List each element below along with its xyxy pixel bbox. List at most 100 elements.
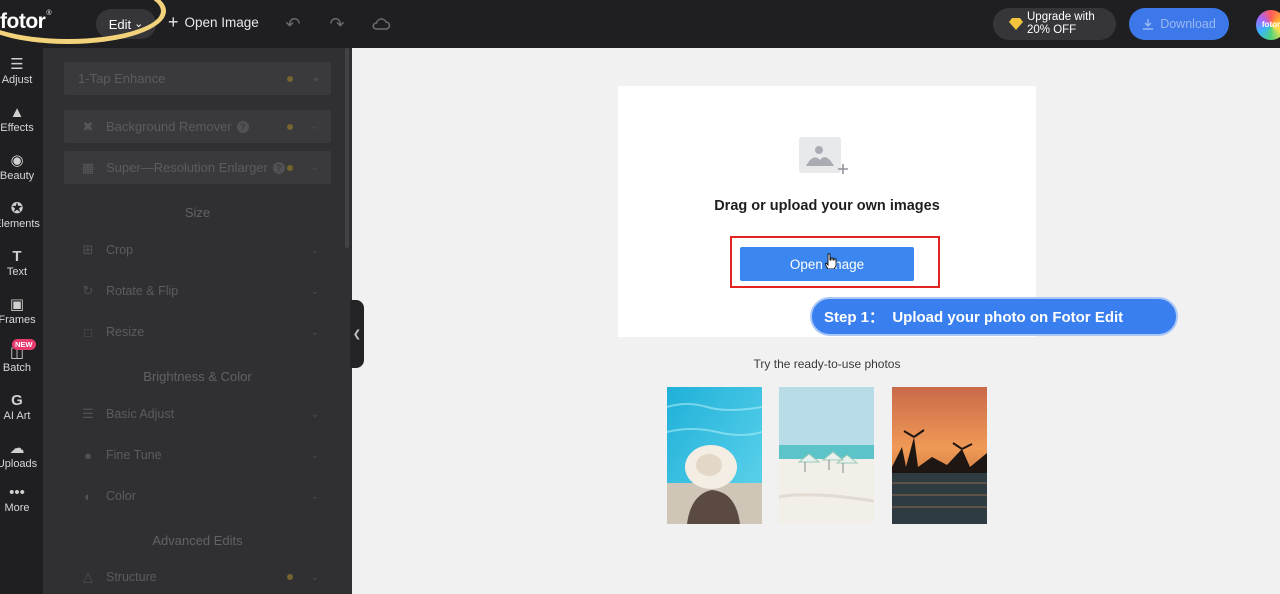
sample-photo-beach[interactable] (779, 387, 874, 524)
tool-label: Structure (106, 570, 157, 584)
tool-label: 1-Tap Enhance (78, 71, 166, 86)
diamond-icon (1009, 18, 1023, 30)
rail-item-elements[interactable]: ✪Elements (0, 200, 42, 231)
rail-label: Frames (0, 314, 36, 326)
droplet-icon: ● (84, 447, 92, 463)
left-rail: ☰Adjust ▲Effects ◉Beauty ✪Elements TText… (0, 48, 43, 594)
image-upload-icon (799, 137, 848, 174)
star-icon: ● (313, 73, 319, 84)
chevron-down-icon: ⌄ (310, 408, 319, 420)
tool-label: Resize (106, 325, 145, 339)
flask-icon: ▲ (9, 104, 25, 121)
rail-item-beauty[interactable]: ◉ Beauty (0, 152, 42, 183)
step-caption: Step 1： Upload your photo on Fotor Edit (810, 297, 1178, 336)
chevron-down-icon: ⌄ (310, 121, 319, 132)
tool-structure[interactable]: △ Structure ⌄ (64, 567, 331, 587)
edit-menu-button[interactable]: Edit ⌄ (96, 9, 156, 39)
open-image-top-button[interactable]: + Open Image (168, 12, 259, 32)
chevron-left-icon: ❮ (352, 328, 362, 340)
rail-label: Effects (0, 122, 34, 134)
help-icon[interactable]: ? (236, 120, 249, 133)
upgrade-line2: 20% OFF (1027, 24, 1077, 36)
tool-rotate-flip[interactable]: ↻ Rotate & Flip ⌄ (64, 281, 331, 301)
chevron-down-icon: ⌄ (134, 17, 144, 30)
sample-photo-sunset[interactable] (892, 387, 987, 524)
download-label: Download (1160, 17, 1216, 31)
upgrade-line1: Upgrade with (1027, 11, 1095, 23)
tool-label: Super—Resolution Enlarger (106, 160, 268, 175)
panel-scrollbar[interactable] (345, 48, 349, 248)
chevron-down-icon: ⌄ (310, 244, 319, 256)
star-icon: ✪ (10, 200, 24, 217)
chevron-down-icon: ⌄ (310, 449, 319, 461)
avatar[interactable]: fotor (1256, 10, 1280, 40)
undo-icon[interactable]: ↶ (283, 14, 303, 34)
edit-label: Edit (108, 16, 132, 32)
more-icon: ••• (9, 484, 25, 501)
text-icon: T (12, 248, 22, 265)
sample-photo-pool[interactable] (667, 387, 762, 524)
tool-super-resolution[interactable]: ▦ Super—Resolution Enlarger ? ⌄ (64, 151, 331, 184)
collapse-panel-button[interactable]: ❮ (350, 300, 364, 368)
rail-label: Adjust (1, 74, 33, 86)
download-icon (1143, 19, 1154, 30)
tool-resize[interactable]: □ Resize ⌄ (64, 322, 331, 342)
rail-label: Elements (0, 218, 40, 230)
section-title-advanced-edits: Advanced Edits (152, 533, 243, 548)
tool-label: Crop (106, 243, 134, 257)
cloud-icon: ☁ (9, 440, 25, 457)
new-badge: NEW (12, 339, 36, 350)
rail-label: More (4, 502, 30, 514)
tool-label: Basic Adjust (106, 407, 175, 421)
rail-item-uploads[interactable]: ☁ Uploads (0, 440, 42, 471)
premium-dot (287, 574, 293, 580)
eye-icon: ◉ (10, 152, 24, 169)
chevron-down-icon: ⌄ (310, 571, 319, 583)
scissors-icon: ✖ (82, 118, 94, 134)
tool-color[interactable]: ◐ Color ⌄ (64, 486, 331, 506)
section-title-size: Size (184, 205, 211, 220)
sample-photos-heading: Try the ready-to-use photos (753, 357, 901, 371)
plus-icon: + (168, 12, 179, 32)
tool-label: Rotate & Flip (106, 284, 179, 298)
upgrade-button[interactable]: Upgrade with 20% OFF (993, 8, 1116, 40)
rail-item-batch[interactable]: ◫ Batch NEW (0, 339, 42, 374)
chevron-down-icon: ⌄ (310, 490, 319, 502)
rotate-icon: ↻ (82, 283, 94, 298)
tool-one-tap-enhance[interactable]: 1-Tap Enhance ● (64, 62, 331, 95)
tool-background-remover[interactable]: ✖ Background Remover ? ⌄ (64, 110, 331, 143)
rail-label: Uploads (0, 458, 38, 470)
tool-fine-tune[interactable]: ● Fine Tune ⌄ (64, 445, 331, 465)
ai-art-icon: G (11, 392, 23, 409)
drag-upload-text: Drag or upload your own images (714, 198, 940, 214)
rail-item-adjust[interactable]: ☰ Adjust (0, 56, 42, 87)
crop-icon: ⊞ (82, 242, 94, 257)
tool-label: Fine Tune (106, 448, 162, 462)
help-icon[interactable]: ? (272, 161, 285, 174)
rail-item-more[interactable]: ••• More (0, 484, 42, 515)
premium-dot (287, 75, 293, 82)
rail-item-effects[interactable]: ▲ Effects (0, 104, 42, 135)
premium-dot (287, 123, 293, 130)
rail-label: Beauty (0, 170, 35, 182)
open-image-top-label: Open Image (184, 14, 259, 30)
rail-label: Text (6, 266, 28, 278)
rail-label: AI Art (3, 410, 31, 422)
sliders-icon: ☰ (10, 56, 24, 73)
resize-icon: □ (84, 324, 92, 340)
sliders-icon: ☰ (82, 406, 94, 421)
fotor-logo[interactable]: fotor® (0, 10, 51, 34)
enlarge-icon: ▦ (81, 159, 95, 175)
rail-item-frames[interactable]: ▣ Frames (0, 297, 42, 327)
cloud-save-icon[interactable] (371, 14, 391, 34)
rail-item-text[interactable]: T Text (0, 248, 42, 279)
tools-panel: 1-Tap Enhance ● ✖ Background Remover ? ⌄… (43, 48, 352, 594)
download-button[interactable]: Download (1129, 8, 1229, 40)
redo-icon[interactable]: ↷ (327, 14, 347, 34)
chevron-down-icon: ⌄ (310, 285, 319, 297)
tool-crop[interactable]: ⊞ Crop ⌄ (64, 240, 331, 260)
chevron-down-icon: ⌄ (310, 326, 319, 338)
rail-item-ai-art[interactable]: G AI Art (0, 392, 42, 423)
tool-basic-adjust[interactable]: ☰ Basic Adjust ⌄ (64, 404, 331, 424)
tool-label: Color (106, 489, 136, 503)
